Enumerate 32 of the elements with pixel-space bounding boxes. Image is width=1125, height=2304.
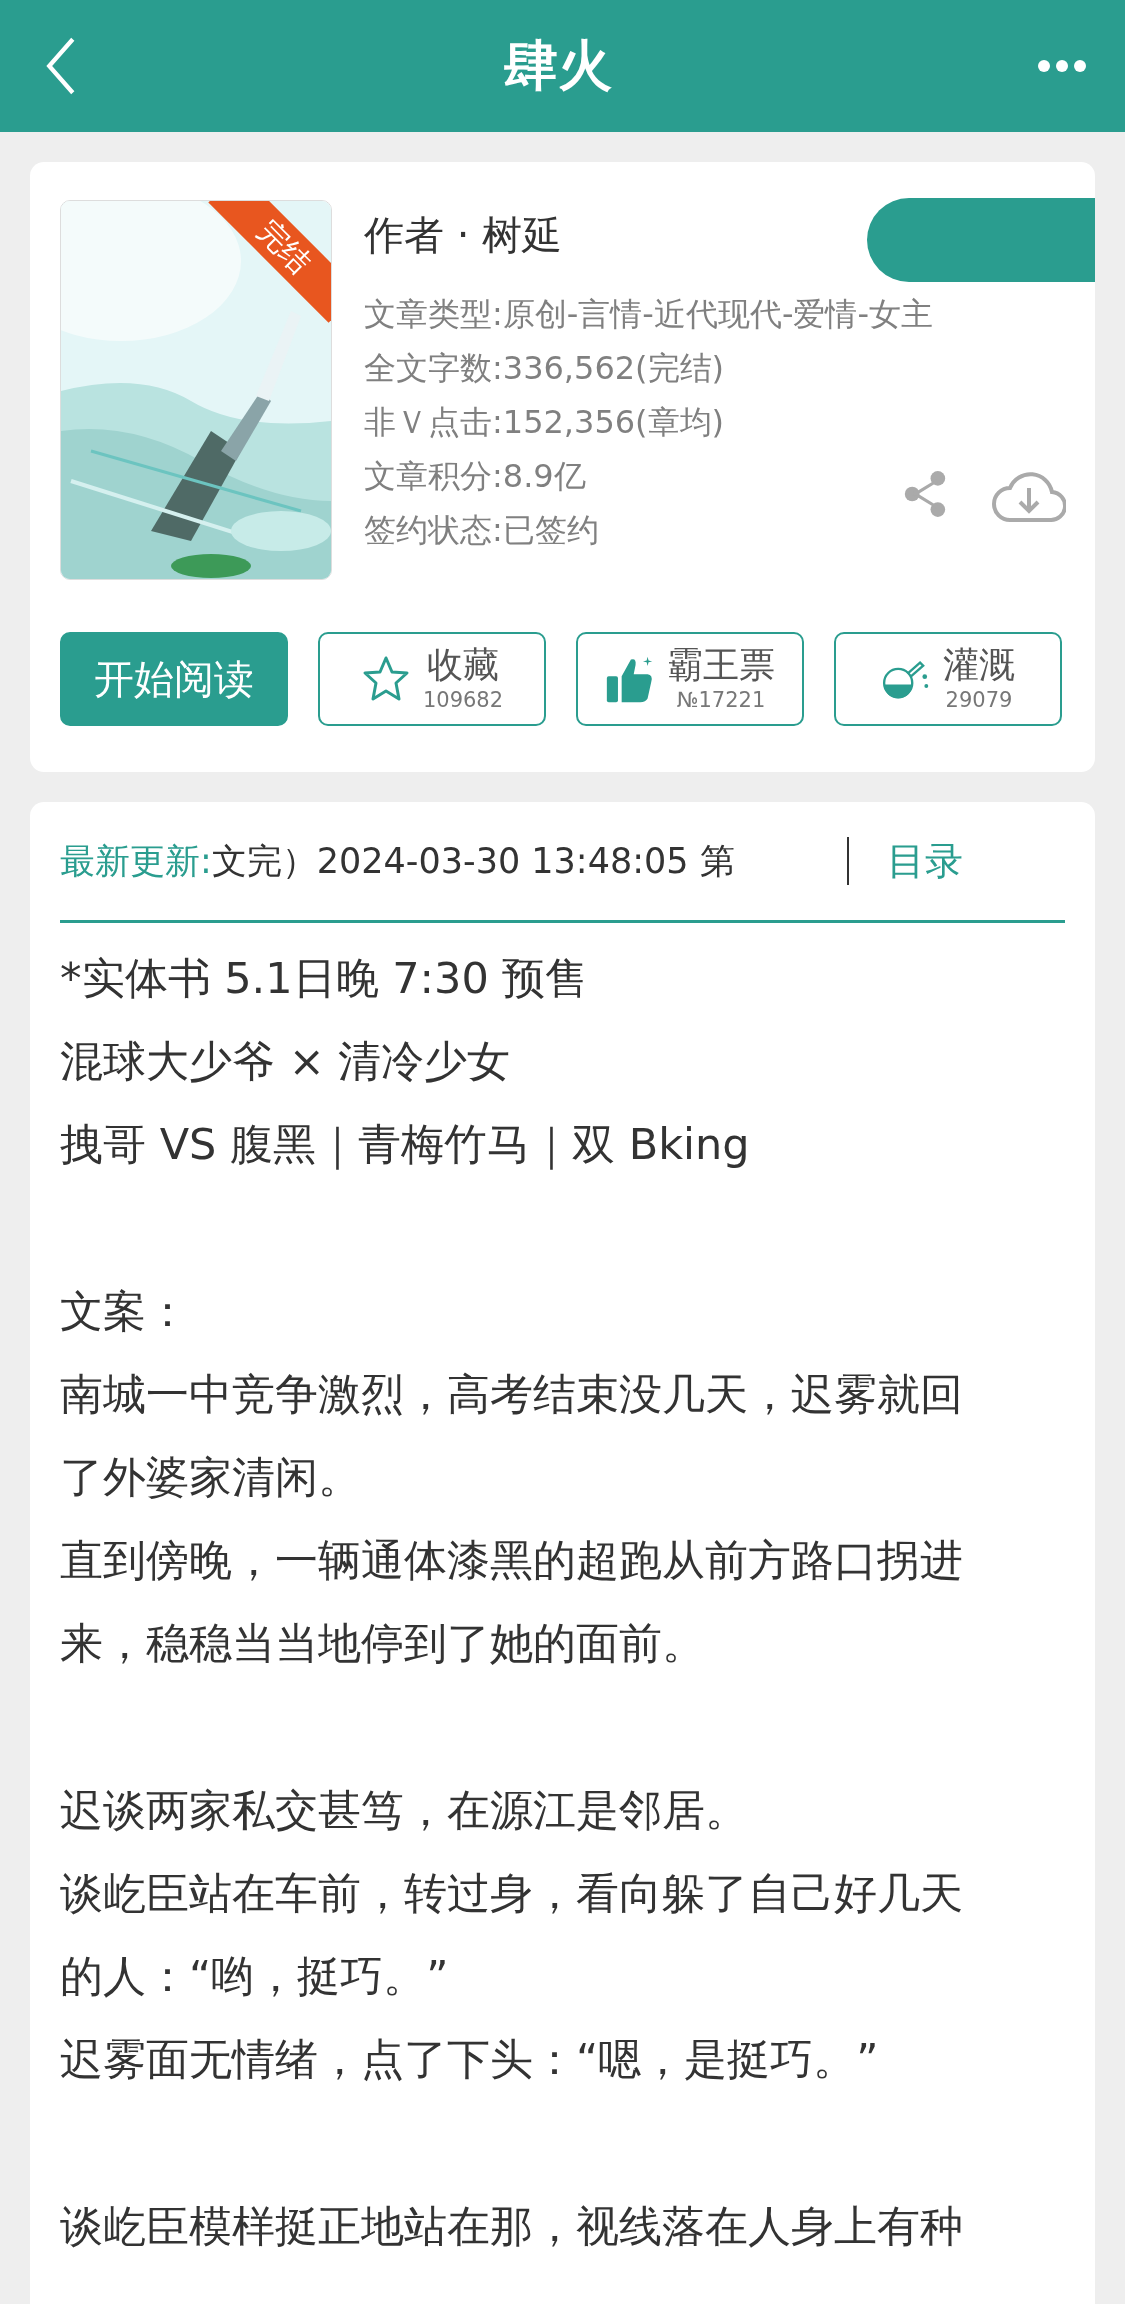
synopsis-paragraph: 直到傍晚，一辆通体漆黑的超跑从前方路口拐进来，稳稳当当地停到了她的面前。 <box>60 1534 964 1670</box>
book-meta: 全文字数:336,562(完结) <box>364 348 726 389</box>
side-tab[interactable] <box>867 198 1095 282</box>
action-count: №17221 <box>676 687 766 714</box>
update-text: 文完）2024-03-30 13:48:05 第 <box>211 839 736 883</box>
action-button[interactable]: 灌溉 29079 <box>834 632 1062 726</box>
action-count: 29079 <box>945 687 1013 714</box>
synopsis-paragraph: 南城一中竞争激烈，高考结束没几天，迟雾就回了外婆家清闲。 <box>60 1368 964 1504</box>
synopsis-paragraph: 混球大少爷 × 清冷少女 <box>60 1035 512 1088</box>
action-button[interactable]: 收藏 109682 <box>318 632 546 726</box>
action-label: 灌溉 <box>943 644 1015 686</box>
action-label: 霸王票 <box>667 644 775 686</box>
synopsis-paragraph: 拽哥 VS 腹黑｜青梅竹马｜双 Bking <box>60 1118 751 1172</box>
book-meta: 文章积分:8.9亿 <box>364 456 587 497</box>
page-title: 肆火 <box>503 32 612 99</box>
synopsis-paragraph: 迟雾面无情绪，点了下头：“嗯，是挺巧。” <box>60 2033 880 2086</box>
synopsis-paragraph: *实体书 5.1日晚 7:30 预售 <box>60 952 590 1005</box>
update-label: 最新更新: <box>60 839 212 883</box>
book-meta: 非Ｖ点击:152,356(章均) <box>364 402 726 443</box>
book-meta: 签约状态:已签约 <box>364 510 600 551</box>
synopsis-paragraph: 谈屹臣站在车前，转过身，看向躲了自己好几天的人：“哟，挺巧。” <box>60 1867 964 2003</box>
share-icon[interactable] <box>903 470 947 518</box>
action-label: 收藏 <box>427 644 499 686</box>
synopsis-paragraph: 谈屹臣模样挺正地站在那，视线落在人身上有种 <box>60 2200 964 2253</box>
action-count: 109682 <box>422 687 504 714</box>
synopsis-paragraph: 迟谈两家私交甚笃，在源江是邻居。 <box>60 1784 749 1837</box>
author-name: 作者 · 树延 <box>364 211 564 260</box>
book-meta: 文章类型:原创-言情-近代现代-爱情-女主 <box>364 294 933 335</box>
synopsis-paragraph: 文案： <box>60 1285 190 1338</box>
thumbs-up-icon <box>605 654 655 704</box>
more-icon[interactable] <box>1037 59 1087 73</box>
action-button[interactable]: 霸王票 №17221 <box>576 632 804 726</box>
